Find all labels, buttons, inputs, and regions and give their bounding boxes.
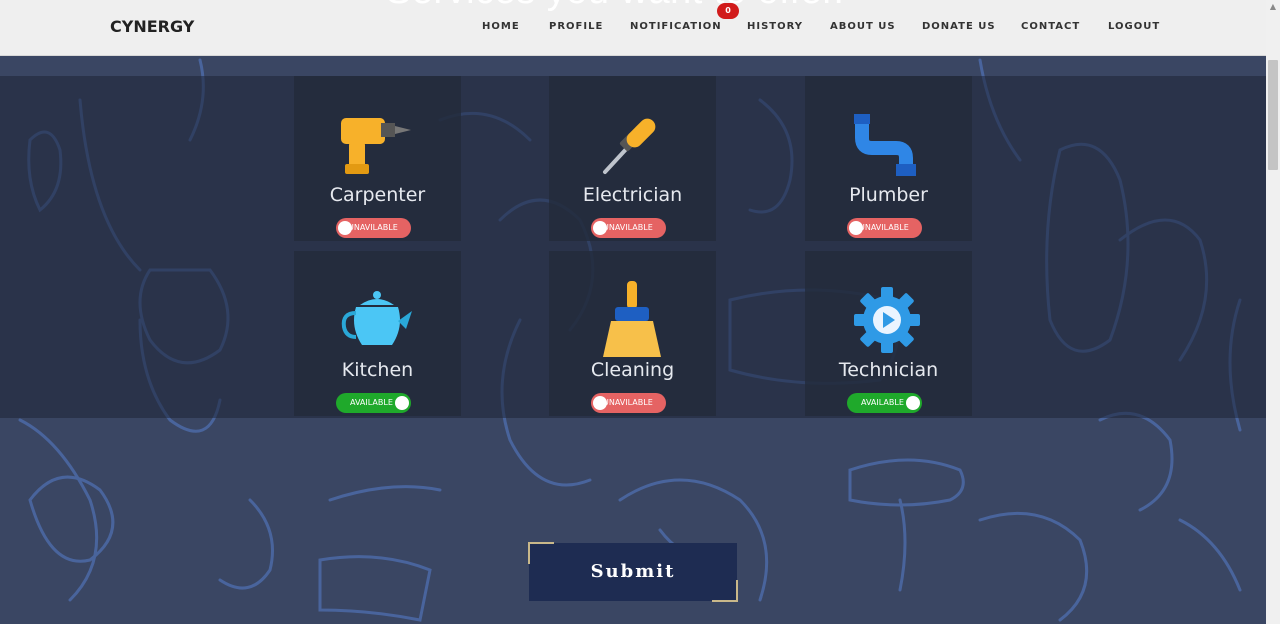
service-label: Electrician bbox=[582, 184, 683, 206]
nav-history[interactable]: HISTORY bbox=[747, 21, 803, 32]
navbar: Services you want to offer. CYNERGY HOME… bbox=[0, 0, 1266, 56]
service-label: Cleaning bbox=[590, 359, 675, 381]
availability-status: UNAVILABLE bbox=[603, 223, 653, 232]
brand-logo[interactable]: CYNERGY bbox=[110, 17, 194, 36]
submit-label: Submit bbox=[590, 561, 676, 582]
nav-contact[interactable]: CONTACT bbox=[1021, 21, 1080, 32]
service-card-electrician: Electrician UNAVILABLE bbox=[549, 76, 716, 241]
nav-donate[interactable]: DONATE US bbox=[922, 21, 996, 32]
scrollbar-thumb[interactable] bbox=[1268, 60, 1278, 170]
submit-button[interactable]: Submit bbox=[528, 542, 738, 602]
toggle-knob bbox=[906, 396, 920, 410]
drill-icon bbox=[341, 118, 411, 174]
availability-status: UNAVILABLE bbox=[603, 398, 653, 407]
availability-toggle-cleaning[interactable]: UNAVILABLE bbox=[591, 393, 666, 413]
availability-status: UNAVILABLE bbox=[348, 223, 398, 232]
nav-home[interactable]: HOME bbox=[482, 21, 520, 32]
nav-logout[interactable]: LOGOUT bbox=[1108, 21, 1160, 32]
service-card-cleaning: Cleaning UNAVILABLE bbox=[549, 251, 716, 416]
broom-icon bbox=[603, 281, 661, 357]
pipe-icon bbox=[854, 114, 916, 176]
scroll-up-arrow-icon[interactable]: ▲ bbox=[1268, 2, 1278, 12]
service-label: Technician bbox=[838, 359, 939, 381]
service-card-technician: Technician AVAILABLE bbox=[805, 251, 972, 416]
availability-status: UNAVILABLE bbox=[859, 223, 909, 232]
service-card-kitchen: Kitchen AVAILABLE bbox=[294, 251, 461, 416]
notification-badge: 0 bbox=[717, 3, 739, 19]
availability-toggle-plumber[interactable]: UNAVILABLE bbox=[847, 218, 922, 238]
teapot-icon bbox=[341, 291, 412, 345]
availability-toggle-technician[interactable]: AVAILABLE bbox=[847, 393, 922, 413]
availability-toggle-carpenter[interactable]: UNAVILABLE bbox=[336, 218, 411, 238]
service-card-plumber: Plumber UNAVILABLE bbox=[805, 76, 972, 241]
availability-toggle-electrician[interactable]: UNAVILABLE bbox=[591, 218, 666, 238]
screwdriver-icon bbox=[603, 118, 656, 174]
service-label: Carpenter bbox=[329, 184, 426, 206]
nav-notification[interactable]: NOTIFICATION bbox=[630, 21, 722, 32]
service-label: Kitchen bbox=[341, 359, 414, 381]
nav-profile[interactable]: PROFILE bbox=[549, 21, 603, 32]
service-label: Plumber bbox=[849, 184, 928, 206]
nav-about[interactable]: ABOUT US bbox=[830, 21, 896, 32]
page-heading: Services you want to offer. bbox=[386, 0, 844, 13]
gear-icon bbox=[854, 287, 920, 353]
availability-status: AVAILABLE bbox=[350, 398, 393, 407]
toggle-knob bbox=[395, 396, 409, 410]
service-card-carpenter: Carpenter UNAVILABLE bbox=[294, 76, 461, 241]
availability-toggle-kitchen[interactable]: AVAILABLE bbox=[336, 393, 411, 413]
availability-status: AVAILABLE bbox=[861, 398, 904, 407]
